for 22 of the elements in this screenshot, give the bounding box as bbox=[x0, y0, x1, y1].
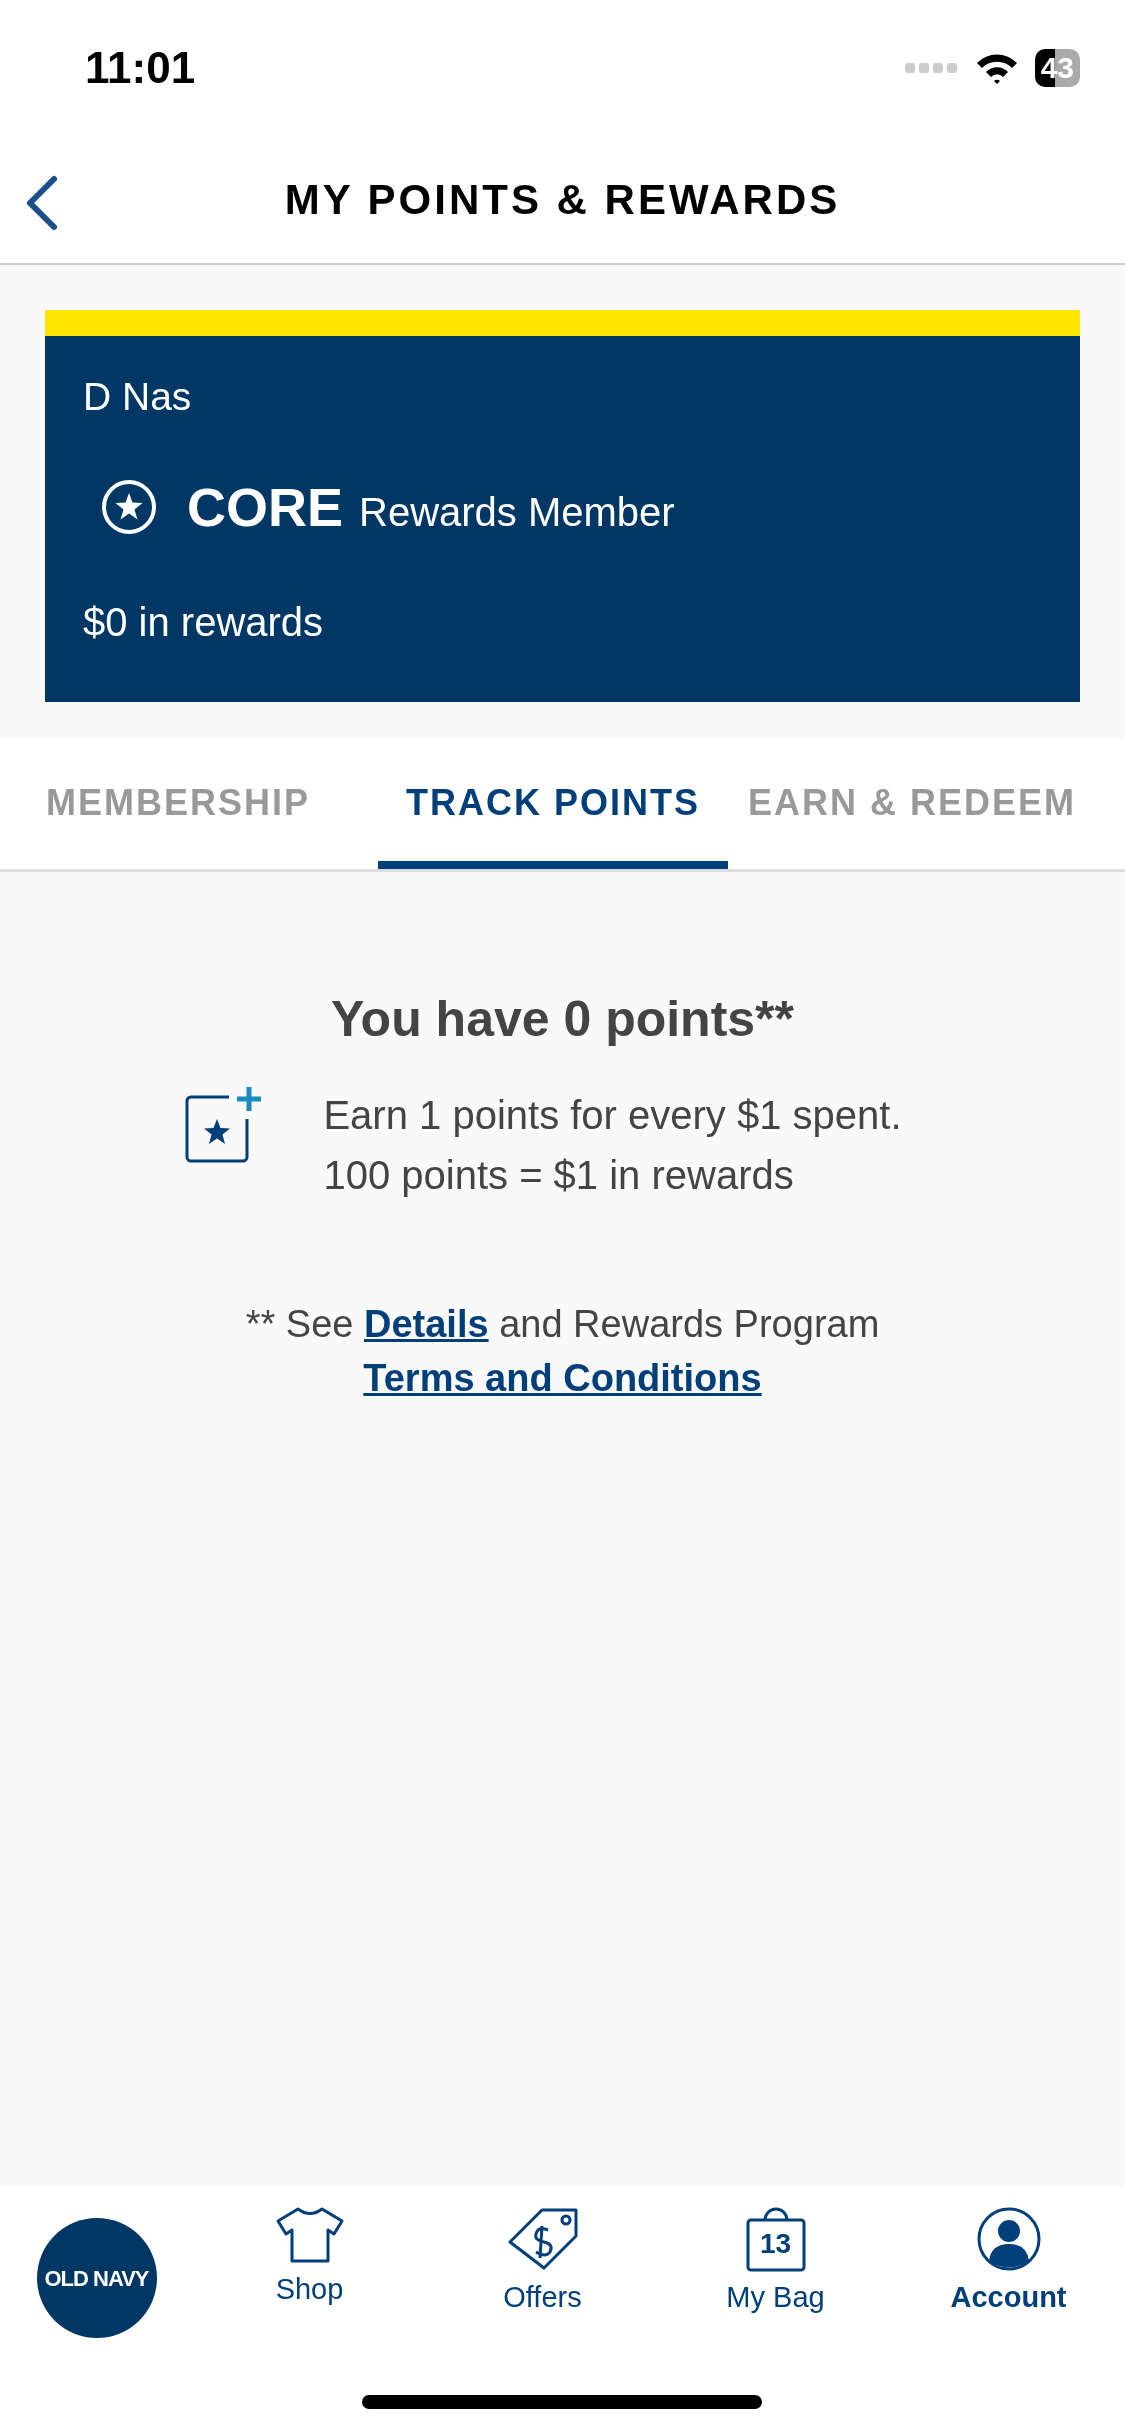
tier-name: CORE bbox=[187, 475, 343, 539]
tier-label: Rewards Member bbox=[359, 488, 675, 536]
home-logo-button[interactable]: OLD NAVY bbox=[26, 2206, 167, 2436]
terms-link[interactable]: Terms and Conditions bbox=[363, 1356, 762, 1399]
nav-item[interactable]: Offers bbox=[452, 2206, 633, 2436]
nav-item[interactable]: 13 My Bag bbox=[685, 2206, 866, 2436]
star-plus-icon bbox=[183, 1084, 264, 1165]
tab[interactable]: TRACK POINTS bbox=[378, 737, 729, 869]
points-heading: You have 0 points** bbox=[330, 989, 795, 1049]
rewards-balance: $0 in rewards bbox=[83, 598, 325, 646]
status-time: 11:01 bbox=[85, 41, 196, 94]
nav-item[interactable]: Account bbox=[918, 2206, 1099, 2436]
member-name: D Nas bbox=[83, 374, 193, 420]
star-badge-icon bbox=[101, 479, 157, 535]
page-title: MY POINTS & REWARDS bbox=[284, 174, 841, 225]
terms-footnote: ** See Details and Rewards Program Terms and Conditions bbox=[244, 1301, 881, 1401]
account-icon bbox=[975, 2206, 1042, 2272]
earn-rule-text: 100 points = $1 in rewards bbox=[323, 1151, 795, 1199]
earn-rule-text: Earn 1 points for every $1 spent. bbox=[323, 1091, 902, 1139]
nav-item[interactable]: Shop bbox=[219, 2206, 400, 2436]
terms-link[interactable]: Details bbox=[363, 1302, 489, 1345]
signal-icon bbox=[904, 60, 959, 75]
